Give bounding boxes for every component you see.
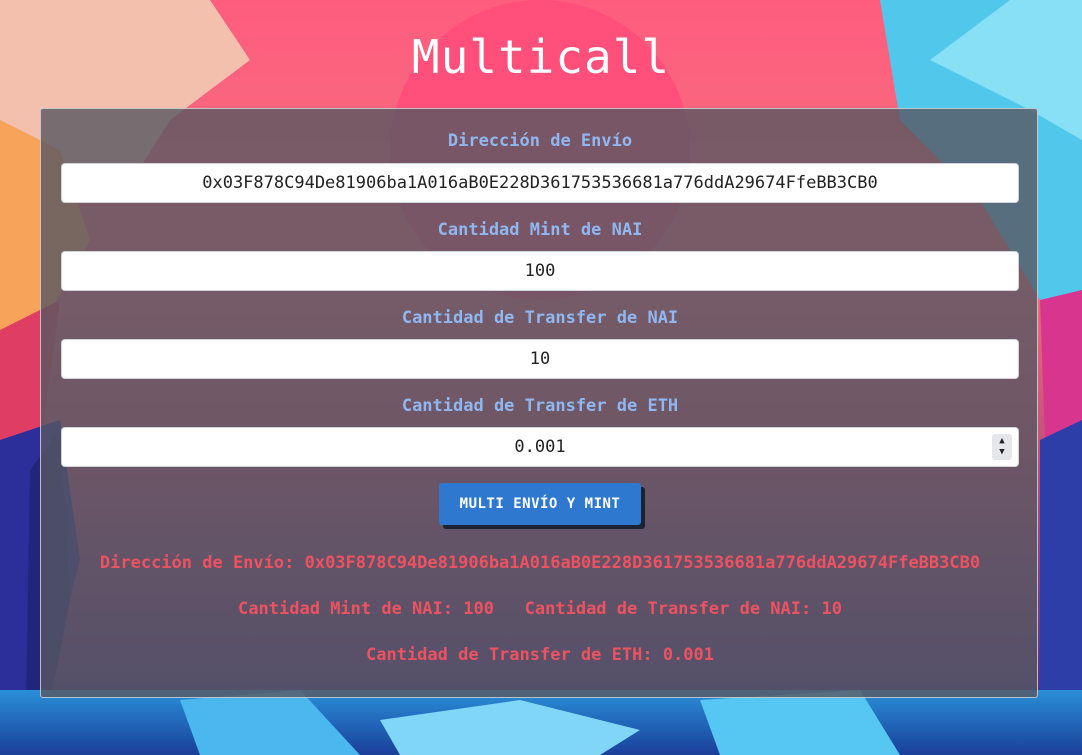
summary-transfer-nai-value: 10 [821,599,842,619]
transfer-nai-input[interactable] [61,339,1019,379]
summary-address: Dirección de Envío: 0x03F878C94De81906ba… [41,553,1039,573]
transfer-nai-label: Cantidad de Transfer de NAI [401,308,679,328]
summary-mint-value: 100 [463,599,494,619]
summary-address-value: 0x03F878C94De81906ba1A016aB0E228D3617535… [304,553,981,573]
transfer-eth-label: Cantidad de Transfer de ETH [401,396,679,416]
caret-up-icon[interactable]: ▲ [999,436,1004,447]
summary-eth: Cantidad de Transfer de ETH: 0.001 [41,645,1039,665]
multicall-form-panel: Dirección de Envío Cantidad Mint de NAI … [40,108,1038,698]
summary-separator [494,599,525,619]
address-input[interactable] [61,163,1019,203]
summary-address-prefix: Dirección de Envío: [99,553,305,573]
summary-transfer-eth-prefix: Cantidad de Transfer de ETH: [366,645,663,665]
address-label: Dirección de Envío [447,131,633,151]
transfer-eth-input[interactable] [61,427,1019,467]
summary-transfer-eth-value: 0.001 [662,645,714,665]
number-spinner[interactable]: ▲ ▼ [992,434,1012,460]
summary-amounts: Cantidad Mint de NAI: 100 Cantidad de Tr… [41,599,1039,619]
summary-transfer-nai-prefix: Cantidad de Transfer de NAI: [524,599,822,619]
mint-amount-input[interactable] [61,251,1019,291]
page-title: Multicall [411,30,671,84]
multi-send-mint-button[interactable]: MULTI ENVÍO Y MINT [439,483,641,525]
summary-mint-prefix: Cantidad Mint de NAI: [238,599,464,619]
mint-amount-label: Cantidad Mint de NAI [437,220,643,240]
caret-down-icon[interactable]: ▼ [999,447,1004,458]
